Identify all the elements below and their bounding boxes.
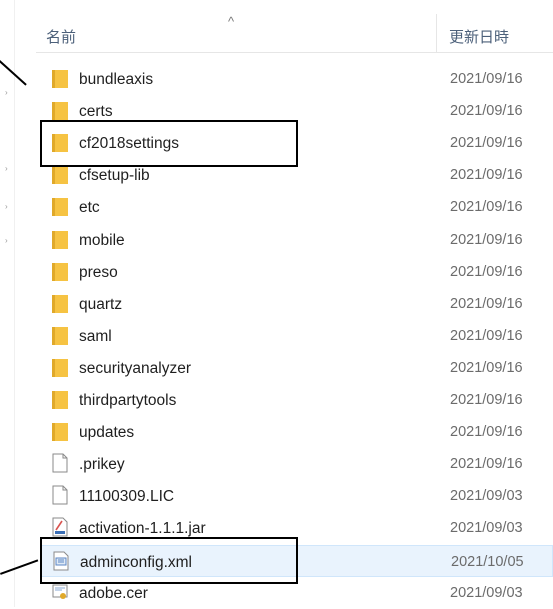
file-date-modified: 2021/09/16: [450, 231, 523, 248]
file-row[interactable]: thirdpartytools 2021/09/16: [40, 384, 553, 416]
file-date-modified: 2021/09/16: [450, 199, 523, 216]
folder-icon: [52, 100, 68, 121]
navigation-pane-edge: › › › ›: [0, 0, 15, 607]
folder-icon: [52, 421, 68, 442]
file-date-modified: 2021/09/16: [450, 424, 523, 441]
file-name[interactable]: 11100309.LIC: [79, 488, 174, 506]
certificate-icon: [52, 582, 68, 602]
folder-icon: [52, 325, 68, 345]
file-date-modified: 2021/10/05: [451, 553, 524, 570]
file-row[interactable]: securityanalyzer 2021/09/16: [40, 352, 553, 384]
file-row[interactable]: mobile 2021/09/16: [40, 224, 553, 256]
file-name[interactable]: bundleaxis: [79, 71, 153, 89]
file-date-modified: 2021/09/16: [450, 167, 523, 184]
column-divider[interactable]: [436, 14, 437, 52]
column-header-name[interactable]: 名前: [46, 26, 76, 47]
file-name[interactable]: mobile: [79, 232, 125, 250]
file-date-modified: 2021/09/16: [450, 295, 523, 312]
file-name[interactable]: .prikey: [79, 456, 125, 474]
folder-icon: [52, 293, 68, 313]
file-name[interactable]: updates: [79, 424, 134, 442]
folder-icon: [52, 196, 68, 217]
file-date-modified: 2021/09/03: [450, 520, 523, 537]
file-name[interactable]: preso: [79, 264, 118, 282]
file-date-modified: 2021/09/03: [450, 584, 523, 601]
file-name[interactable]: cfsetup-lib: [79, 167, 150, 185]
file-date-modified: 2021/09/03: [450, 488, 523, 505]
folder-icon: [52, 389, 68, 409]
expand-arrow-icon[interactable]: ›: [5, 88, 8, 97]
file-name[interactable]: adobe.cer: [79, 585, 148, 603]
file-date-modified: 2021/09/16: [450, 71, 523, 87]
folder-icon: [52, 229, 68, 249]
file-name[interactable]: thirdpartytools: [79, 392, 176, 410]
expand-arrow-icon[interactable]: ›: [5, 236, 8, 245]
file-icon: [52, 485, 68, 505]
file-row[interactable]: bundleaxis 2021/09/16: [40, 63, 553, 95]
file-date-modified: 2021/09/16: [450, 263, 523, 280]
file-row[interactable]: 11100309.LIC 2021/09/03: [40, 480, 553, 512]
file-name[interactable]: securityanalyzer: [79, 360, 191, 378]
expand-arrow-icon[interactable]: ›: [5, 164, 8, 173]
file-date-modified: 2021/09/16: [450, 359, 523, 376]
file-name[interactable]: certs: [79, 103, 113, 121]
file-row[interactable]: etc 2021/09/16: [40, 191, 553, 223]
folder-icon: [52, 68, 68, 88]
folder-icon: [52, 261, 68, 281]
file-row[interactable]: preso 2021/09/16: [40, 256, 553, 288]
file-name[interactable]: activation-1.1.1.jar: [79, 520, 206, 538]
highlight-box-cf2018settings: [40, 120, 298, 167]
expand-arrow-icon[interactable]: ›: [5, 202, 8, 211]
jar-file-icon: [52, 517, 68, 537]
column-header: ^ 名前 更新日時: [36, 10, 553, 53]
highlight-box-adminconfig: [40, 537, 298, 584]
file-row[interactable]: updates 2021/09/16: [40, 416, 553, 448]
file-date-modified: 2021/09/16: [450, 392, 523, 408]
file-date-modified: 2021/09/16: [450, 456, 523, 473]
file-icon: [52, 453, 68, 473]
file-row[interactable]: saml 2021/09/16: [40, 320, 553, 352]
file-date-modified: 2021/09/16: [450, 327, 523, 344]
sort-ascending-icon: ^: [228, 14, 235, 29]
file-name[interactable]: etc: [79, 199, 100, 217]
folder-icon: [52, 357, 68, 377]
file-date-modified: 2021/09/16: [450, 103, 523, 120]
file-row[interactable]: .prikey 2021/09/16: [40, 448, 553, 480]
file-name[interactable]: quartz: [79, 296, 122, 314]
folder-icon: [52, 164, 68, 185]
column-header-date-modified[interactable]: 更新日時: [449, 26, 509, 47]
file-date-modified: 2021/09/16: [450, 135, 523, 152]
file-name[interactable]: saml: [79, 328, 112, 346]
file-row[interactable]: quartz 2021/09/16: [40, 288, 553, 320]
